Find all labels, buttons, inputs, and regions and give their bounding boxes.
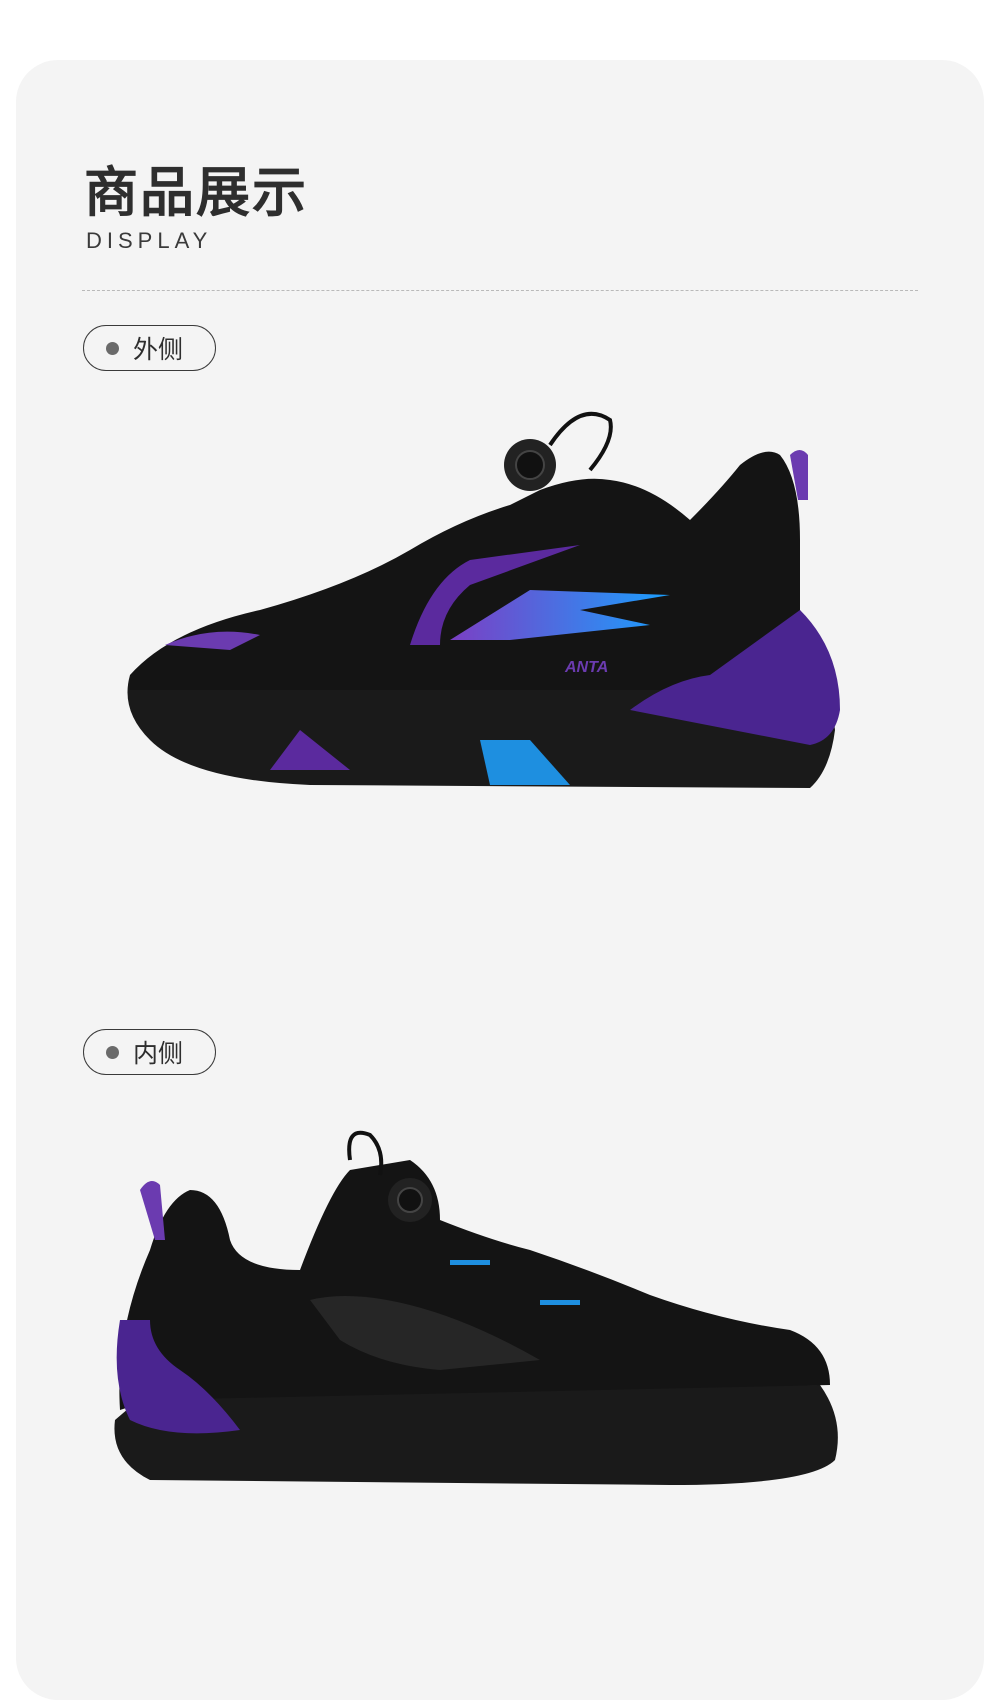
view-tag-medial[interactable]: 内侧 (83, 1029, 216, 1075)
view-tag-lateral[interactable]: 外侧 (83, 325, 216, 371)
bullet-dot-icon (106, 341, 119, 355)
shoe-medial-image (114, 1130, 838, 1485)
section-title: 商品展示 (84, 161, 308, 224)
dashed-divider (82, 290, 918, 291)
section-subtitle: DISPLAY (86, 228, 213, 253)
view-tag-label: 内侧 (133, 1039, 184, 1068)
brand-logo-text: ANTA (564, 659, 608, 676)
view-tag-label: 外侧 (133, 335, 184, 364)
shoe-lateral-image: ANTA (127, 411, 840, 788)
bullet-dot-icon (106, 1045, 119, 1059)
